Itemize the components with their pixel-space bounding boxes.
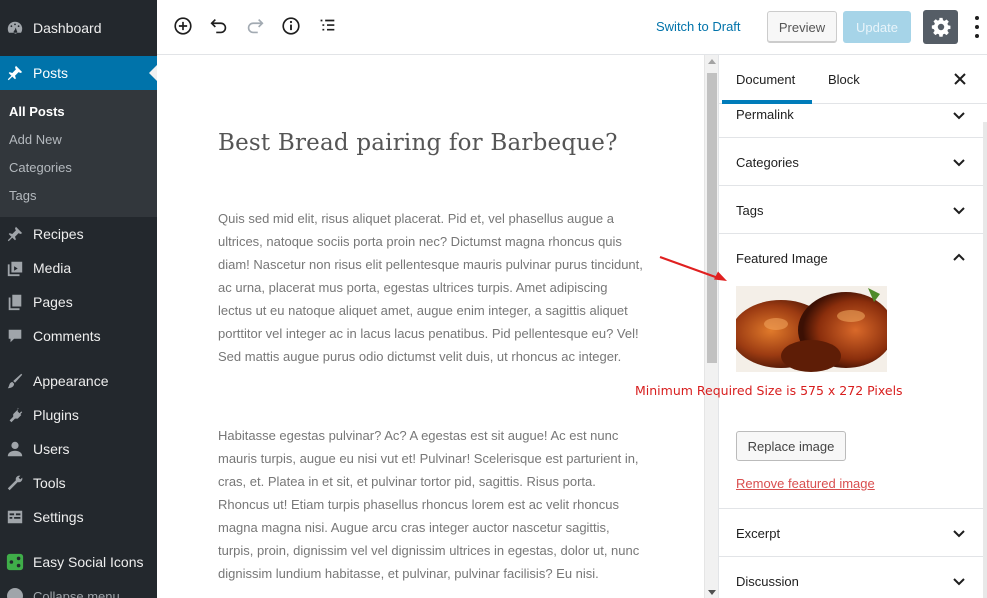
sidebar-tabs: Document Block bbox=[719, 55, 987, 104]
brush-icon bbox=[5, 371, 25, 391]
annotation-arrow-icon bbox=[659, 255, 727, 281]
switch-to-draft-button[interactable]: Switch to Draft bbox=[656, 19, 741, 34]
menu-label: Easy Social Icons bbox=[33, 554, 144, 570]
scroll-up-icon[interactable] bbox=[708, 59, 716, 64]
replace-image-button[interactable]: Replace image bbox=[736, 431, 846, 461]
menu-label: Media bbox=[33, 260, 72, 276]
user-icon bbox=[5, 439, 25, 459]
pages-icon bbox=[5, 292, 25, 312]
menu-label: Comments bbox=[33, 328, 101, 344]
update-button[interactable]: Update bbox=[843, 11, 911, 43]
menu-label: Appearance bbox=[33, 373, 109, 389]
menu-media[interactable]: Media bbox=[0, 251, 157, 285]
post-title[interactable]: Best Bread pairing for Barbeque? bbox=[218, 130, 618, 156]
menu-label: Tools bbox=[33, 475, 66, 491]
panel-tags[interactable]: Tags bbox=[719, 186, 983, 234]
menu-label: Recipes bbox=[33, 226, 84, 242]
admin-sidebar: Dashboard Posts All Posts Add New Catego… bbox=[0, 0, 157, 598]
menu-appearance[interactable]: Appearance bbox=[0, 364, 157, 398]
undo-icon[interactable] bbox=[207, 14, 231, 38]
info-icon[interactable] bbox=[279, 14, 303, 38]
comment-icon bbox=[5, 326, 25, 346]
chevron-down-icon[interactable] bbox=[951, 154, 967, 170]
editor-canvas: Best Bread pairing for Barbeque? Quis se… bbox=[157, 55, 704, 598]
plug-icon bbox=[5, 405, 25, 425]
menu-label: Plugins bbox=[33, 407, 79, 423]
panel-categories[interactable]: Categories bbox=[719, 138, 983, 186]
menu-tools[interactable]: Tools bbox=[0, 466, 157, 500]
settings-sidebar: Document Block Permalink Categories Tags… bbox=[718, 55, 987, 598]
menu-pages[interactable]: Pages bbox=[0, 285, 157, 319]
collapse-icon bbox=[7, 588, 23, 598]
settings-icon bbox=[5, 507, 25, 527]
preview-button[interactable]: Preview bbox=[767, 11, 837, 43]
panel-title: Permalink bbox=[736, 107, 794, 122]
submenu-add-new[interactable]: Add New bbox=[9, 132, 62, 147]
paragraph-block[interactable]: Habitasse egestas pulvinar? Ac? A egesta… bbox=[218, 424, 643, 585]
menu-label: Posts bbox=[33, 65, 69, 81]
redo-icon[interactable] bbox=[243, 14, 267, 38]
more-vertical-icon[interactable] bbox=[969, 14, 985, 40]
menu-label: Dashboard bbox=[33, 20, 102, 36]
submenu-all-posts[interactable]: All Posts bbox=[9, 104, 65, 119]
menu-comments[interactable]: Comments bbox=[0, 319, 157, 353]
editor-toolbar: Switch to Draft Preview Update bbox=[157, 0, 987, 55]
wrench-icon bbox=[5, 473, 25, 493]
panel-permalink[interactable]: Permalink bbox=[719, 104, 983, 138]
menu-label: Pages bbox=[33, 294, 73, 310]
menu-posts[interactable]: Posts bbox=[0, 56, 157, 90]
menu-plugins[interactable]: Plugins bbox=[0, 398, 157, 432]
submenu-tags[interactable]: Tags bbox=[9, 188, 36, 203]
menu-easy-social-icons[interactable]: Easy Social Icons bbox=[0, 545, 157, 579]
scroll-down-icon[interactable] bbox=[708, 590, 716, 595]
chevron-down-icon[interactable] bbox=[951, 202, 967, 218]
panel-excerpt[interactable]: Excerpt bbox=[719, 509, 983, 557]
outline-icon[interactable] bbox=[315, 14, 339, 38]
menu-users[interactable]: Users bbox=[0, 432, 157, 466]
panel-title: Excerpt bbox=[736, 526, 781, 541]
editor-scrollbar[interactable] bbox=[704, 55, 718, 598]
menu-dashboard[interactable]: Dashboard bbox=[0, 11, 157, 45]
featured-image-thumbnail[interactable] bbox=[736, 286, 887, 372]
collapse-menu[interactable]: Collapse menu bbox=[0, 580, 157, 598]
pin-icon bbox=[5, 63, 25, 83]
pin-icon bbox=[5, 224, 25, 244]
chevron-up-icon[interactable] bbox=[951, 250, 967, 266]
menu-label: Users bbox=[33, 441, 70, 457]
panel-title[interactable]: Featured Image bbox=[736, 251, 828, 266]
add-block-icon[interactable] bbox=[171, 14, 195, 38]
paragraph-block[interactable]: Quis sed mid elit, risus aliquet placera… bbox=[218, 207, 643, 368]
menu-settings[interactable]: Settings bbox=[0, 500, 157, 534]
panel-discussion[interactable]: Discussion bbox=[719, 557, 983, 598]
close-icon[interactable] bbox=[952, 71, 968, 87]
scrollbar-thumb[interactable] bbox=[707, 73, 717, 363]
panel-title: Discussion bbox=[736, 574, 799, 589]
menu-recipes[interactable]: Recipes bbox=[0, 217, 157, 251]
posts-submenu: All Posts Add New Categories Tags bbox=[0, 90, 157, 217]
gear-icon[interactable] bbox=[923, 10, 958, 44]
size-requirement-annotation: Minimum Required Size is 575 x 272 Pixel… bbox=[635, 383, 903, 398]
panel-title: Tags bbox=[736, 203, 764, 218]
collapse-label: Collapse menu bbox=[33, 589, 120, 598]
chevron-down-icon[interactable] bbox=[951, 573, 967, 589]
tab-block[interactable]: Block bbox=[828, 72, 860, 87]
settings-scrollbar[interactable] bbox=[983, 122, 987, 598]
media-icon bbox=[5, 258, 25, 278]
chevron-down-icon[interactable] bbox=[951, 525, 967, 541]
dashboard-icon bbox=[5, 18, 25, 38]
submenu-categories[interactable]: Categories bbox=[9, 160, 72, 175]
panel-title: Categories bbox=[736, 155, 799, 170]
tab-document[interactable]: Document bbox=[736, 72, 795, 87]
remove-featured-image-link[interactable]: Remove featured image bbox=[736, 476, 875, 491]
chevron-down-icon[interactable] bbox=[951, 107, 967, 123]
share-icon bbox=[5, 552, 25, 572]
menu-label: Settings bbox=[33, 509, 84, 525]
active-indicator bbox=[149, 65, 157, 81]
